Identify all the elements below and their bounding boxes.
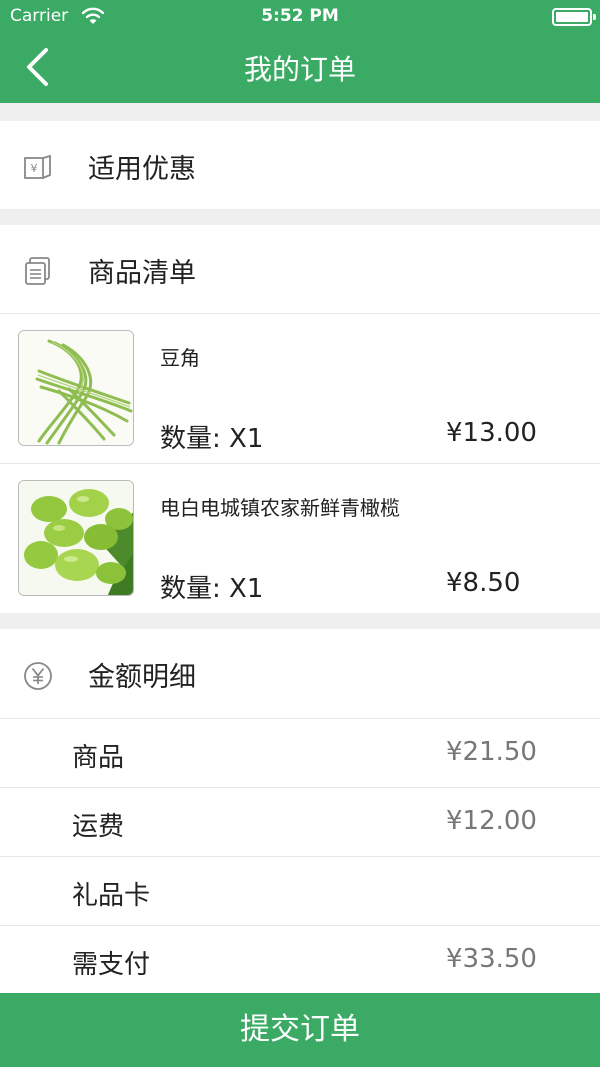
amount-row-label: 运费 [72,812,125,842]
amount-row-value: ¥21.50 [446,737,537,767]
status-time: 5:52 PM [261,6,339,26]
coupon-icon: ¥ [24,154,51,179]
page-title: 我的订单 [243,53,356,86]
battery-icon [552,8,596,26]
amount-row-label: 需支付 [72,950,151,980]
svg-text:¥: ¥ [31,162,38,175]
amount-row-gift-card[interactable]: 礼品卡 [0,857,600,925]
amount-row-total: 需支付 ¥33.50 [0,926,600,993]
amount-label: 金额明细 [88,662,196,693]
coupon-row[interactable]: ¥ 适用优惠 [0,121,600,209]
submit-order-button[interactable]: 提交订单 [0,993,600,1067]
product-item[interactable]: 电白电城镇农家新鲜青橄榄 数量: X1 ¥8.50 [0,464,600,613]
product-name: 电白电城镇农家新鲜青橄榄 [160,496,400,520]
amount-row-label: 礼品卡 [72,881,151,911]
product-price: ¥13.00 [446,418,537,448]
amount-row-label: 商品 [72,743,125,773]
amount-row-value: ¥12.00 [446,806,537,836]
list-icon [25,257,50,285]
product-name: 豆角 [160,346,200,370]
product-price: ¥8.50 [446,568,521,598]
goods-label: 商品清单 [88,258,196,289]
yen-circle-icon [24,662,52,690]
nav-bar: Carrier 5:52 PM 我的订单 [0,0,600,103]
product-item[interactable]: 豆角 数量: X1 ¥13.00 [0,314,600,463]
amount-header: 金额明细 [0,629,600,718]
amount-row-goods: 商品 ¥21.50 [0,719,600,787]
product-quantity: 数量: X1 [160,424,264,454]
product-quantity: 数量: X1 [160,574,264,604]
status-bar: Carrier 5:52 PM [0,0,600,34]
goods-header: 商品清单 [0,225,600,313]
product-image-green-olives [18,480,134,596]
amount-row-value: ¥33.50 [446,944,537,974]
product-image-green-beans [18,330,134,446]
amount-row-shipping: 运费 ¥12.00 [0,788,600,856]
coupon-label: 适用优惠 [88,154,196,185]
